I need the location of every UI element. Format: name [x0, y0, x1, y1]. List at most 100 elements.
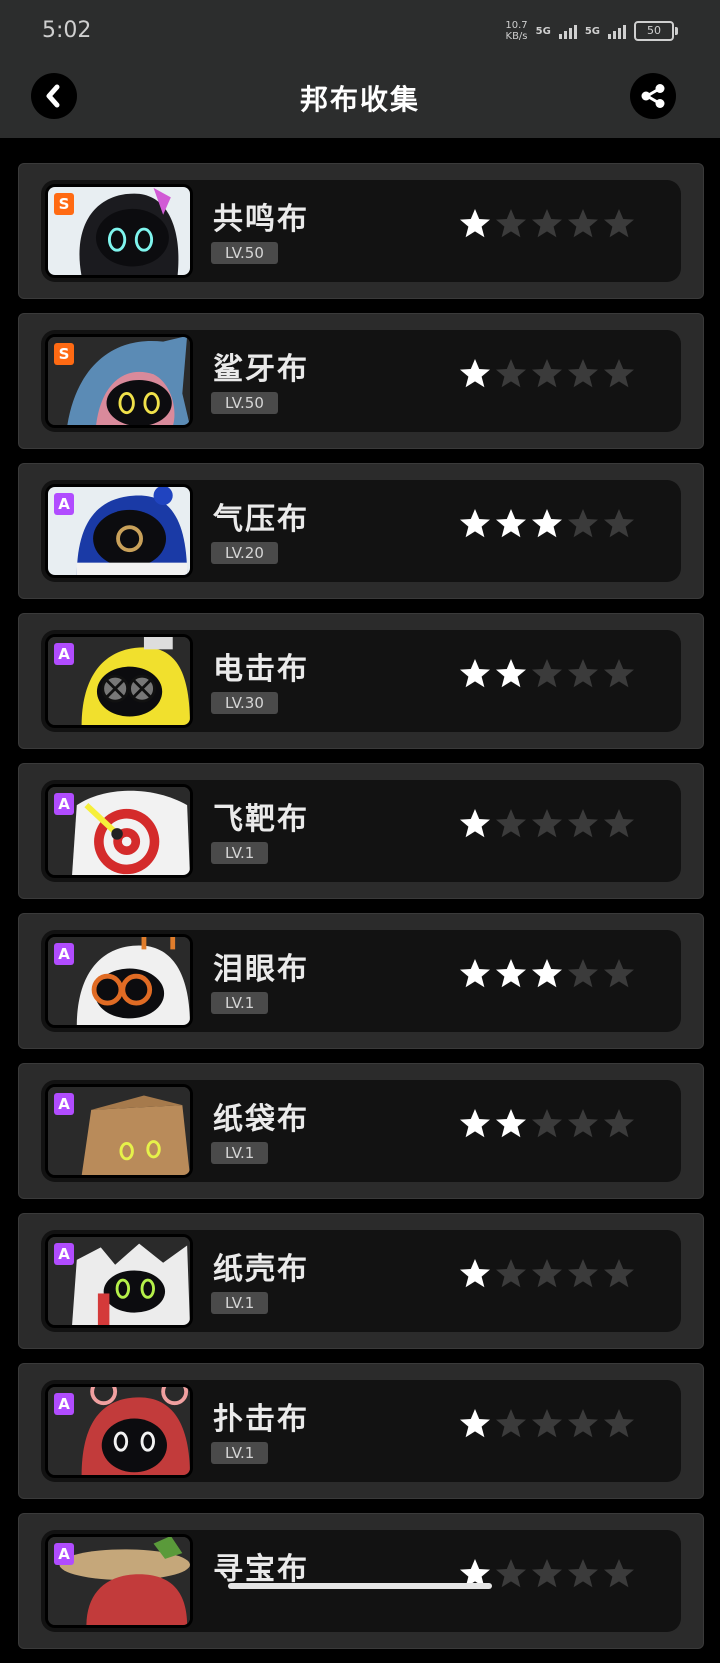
star-rating: [459, 808, 635, 840]
bangboo-card[interactable]: A 飞靶布 LV.1: [18, 763, 704, 899]
bangboo-card-inner: A 寻宝布: [41, 1530, 681, 1632]
bangboo-card-inner: S 鲨牙布 LV.50: [41, 330, 681, 432]
bangboo-portrait: S: [45, 334, 193, 428]
signal-icon: [608, 23, 626, 39]
network-speed: 10.7 KB/s: [505, 20, 527, 42]
bangboo-card[interactable]: A 纸袋布 LV.1: [18, 1063, 704, 1199]
bangboo-name: 纸壳布: [213, 1252, 309, 1287]
star-icon: [604, 1409, 634, 1438]
star-rating: [459, 358, 635, 390]
star-icon: [496, 959, 526, 988]
bangboo-card-inner: A 纸壳布 LV.1: [41, 1230, 681, 1332]
bangboo-name: 气压布: [213, 502, 309, 537]
star-rating: [459, 1408, 635, 1440]
star-icon: [532, 959, 562, 988]
star-icon: [496, 1559, 526, 1588]
rank-badge: A: [54, 1243, 74, 1265]
bangboo-card[interactable]: A 气压布 LV.20: [18, 463, 704, 599]
star-rating: [459, 208, 635, 240]
star-icon: [496, 1109, 526, 1138]
bangboo-portrait: A: [45, 934, 193, 1028]
status-indicators: 10.7 KB/s 5G 5G 50: [505, 20, 678, 42]
bangboo-portrait: A: [45, 1234, 193, 1328]
star-icon: [532, 809, 562, 838]
bangboo-name: 纸袋布: [213, 1102, 309, 1137]
bangboo-portrait: A: [45, 1084, 193, 1178]
share-button[interactable]: [630, 73, 676, 119]
star-icon: [532, 1109, 562, 1138]
rank-badge: S: [54, 193, 74, 215]
star-icon: [460, 1109, 490, 1138]
bangboo-card[interactable]: A 纸壳布 LV.1: [18, 1213, 704, 1349]
star-rating: [459, 508, 635, 540]
rank-badge: A: [54, 1093, 74, 1115]
bangboo-card[interactable]: A 寻宝布: [18, 1513, 704, 1649]
rank-badge: A: [54, 643, 74, 665]
level-badge: LV.1: [211, 842, 269, 864]
star-icon: [532, 509, 562, 538]
rank-badge: A: [54, 1393, 74, 1415]
star-icon: [460, 959, 490, 988]
status-time: 5:02: [42, 18, 92, 43]
star-rating: [459, 658, 635, 690]
rank-badge: A: [54, 1543, 74, 1565]
status-bar: 5:02 10.7 KB/s 5G 5G 50: [0, 0, 720, 64]
star-icon: [568, 1559, 598, 1588]
home-indicator[interactable]: [228, 1583, 492, 1589]
star-icon: [532, 659, 562, 688]
star-icon: [496, 1259, 526, 1288]
star-icon: [496, 809, 526, 838]
level-badge: LV.50: [211, 242, 278, 264]
star-rating: [459, 1108, 635, 1140]
bangboo-portrait: A: [45, 784, 193, 878]
star-icon: [496, 509, 526, 538]
bangboo-card-inner: A 电击布 LV.30: [41, 630, 681, 732]
star-icon: [568, 1409, 598, 1438]
bangboo-name: 泪眼布: [213, 952, 309, 987]
star-icon: [496, 359, 526, 388]
bangboo-name: 寻宝布: [213, 1552, 309, 1587]
star-icon: [568, 1259, 598, 1288]
star-icon: [568, 1109, 598, 1138]
star-icon: [604, 359, 634, 388]
app-header: 邦布收集: [0, 64, 720, 138]
star-icon: [604, 1109, 634, 1138]
page-title: 邦布收集: [299, 83, 420, 116]
star-icon: [568, 359, 598, 388]
network-type-2: 5G: [584, 25, 600, 37]
bangboo-card[interactable]: A 扑击布 LV.1: [18, 1363, 704, 1499]
star-icon: [496, 1409, 526, 1438]
bangboo-card-inner: A 纸袋布 LV.1: [41, 1080, 681, 1182]
bangboo-card-inner: A 扑击布 LV.1: [41, 1380, 681, 1482]
star-icon: [532, 1559, 562, 1588]
star-icon: [532, 1259, 562, 1288]
star-icon: [604, 209, 634, 238]
bangboo-portrait: A: [45, 634, 193, 728]
star-rating: [459, 1258, 635, 1290]
bangboo-name: 飞靶布: [213, 802, 309, 837]
bangboo-card-inner: A 飞靶布 LV.1: [41, 780, 681, 882]
bangboo-portrait: A: [45, 1384, 193, 1478]
bangboo-card[interactable]: A 泪眼布 LV.1: [18, 913, 704, 1049]
bangboo-name: 扑击布: [213, 1402, 309, 1437]
star-icon: [604, 809, 634, 838]
bangboo-card[interactable]: A 电击布 LV.30: [18, 613, 704, 749]
star-icon: [568, 509, 598, 538]
star-icon: [460, 1409, 490, 1438]
star-icon: [496, 659, 526, 688]
star-icon: [568, 209, 598, 238]
star-icon: [568, 959, 598, 988]
bangboo-portrait: A: [45, 1534, 193, 1628]
bangboo-card-inner: A 气压布 LV.20: [41, 480, 681, 582]
bangboo-card[interactable]: S 共鸣布 LV.50: [18, 163, 704, 299]
star-icon: [604, 1559, 634, 1588]
level-badge: LV.20: [211, 542, 278, 564]
star-icon: [496, 209, 526, 238]
battery-icon: 50: [634, 21, 678, 41]
star-icon: [604, 959, 634, 988]
level-badge: LV.1: [211, 1442, 269, 1464]
bangboo-name: 电击布: [213, 652, 309, 687]
star-icon: [532, 1409, 562, 1438]
bangboo-card[interactable]: S 鲨牙布 LV.50: [18, 313, 704, 449]
rank-badge: S: [54, 343, 74, 365]
